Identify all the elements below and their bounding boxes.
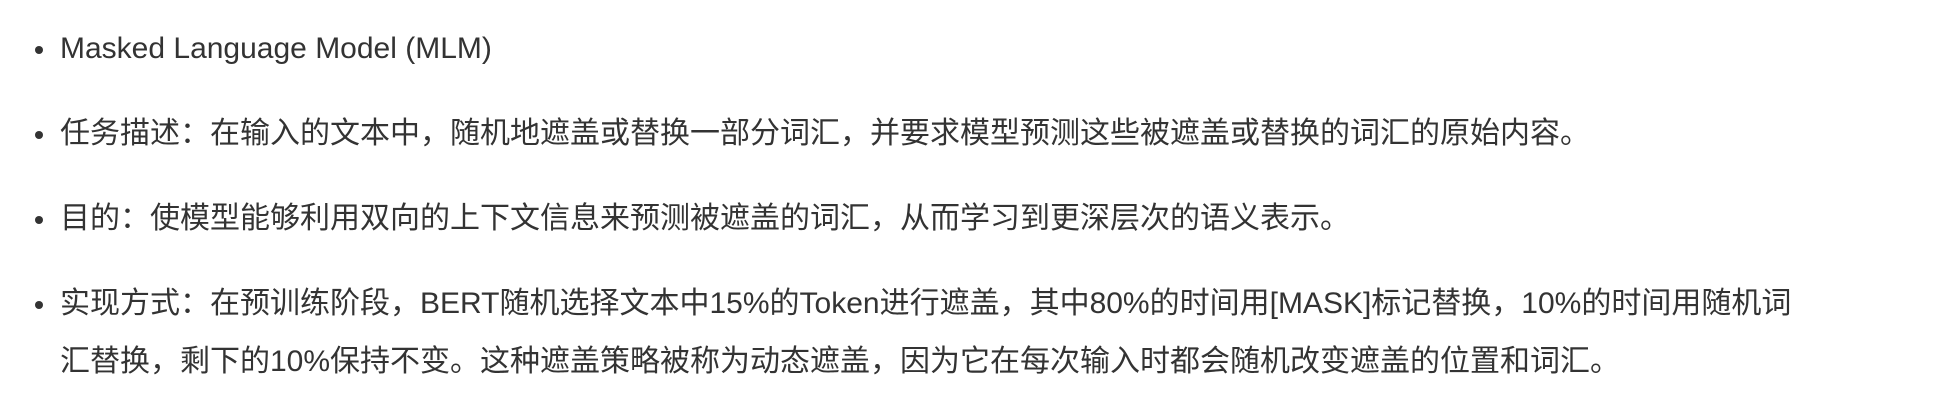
list-item-mlm-title: Masked Language Model (MLM) — [0, 26, 1920, 72]
bullet-dot — [35, 131, 43, 139]
list-item-text-line-1: 实现方式：在预训练阶段，BERT随机选择文本中15%的Token进行遮盖，其中8… — [60, 287, 1792, 320]
list-item-text-line-2: 汇替换，剩下的10%保持不变。这种遮盖策略被称为动态遮盖，因为它在每次输入时都会… — [60, 345, 1621, 378]
list-item-text: Masked Language Model (MLM) — [60, 32, 492, 65]
bullet-dot — [35, 216, 43, 224]
bullet-dot — [35, 301, 43, 309]
list-item-purpose: 目的：使模型能够利用双向的上下文信息来预测被遮盖的词汇，从而学习到更深层次的语义… — [0, 196, 1920, 242]
list-item-text: 目的：使模型能够利用双向的上下文信息来预测被遮盖的词汇，从而学习到更深层次的语义… — [60, 202, 1350, 235]
list-item-task-description: 任务描述：在输入的文本中，随机地遮盖或替换一部分词汇，并要求模型预测这些被遮盖或… — [0, 111, 1920, 157]
bullet-dot — [35, 46, 43, 54]
list-item-implementation: 实现方式：在预训练阶段，BERT随机选择文本中15%的Token进行遮盖，其中8… — [0, 281, 1920, 385]
list-item-text: 任务描述：在输入的文本中，随机地遮盖或替换一部分词汇，并要求模型预测这些被遮盖或… — [60, 117, 1590, 150]
